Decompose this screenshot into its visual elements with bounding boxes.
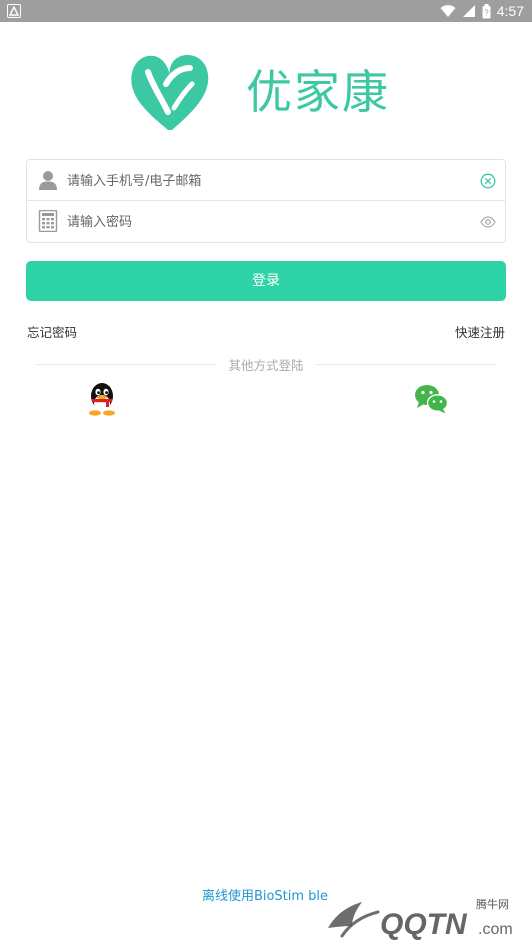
svg-text:?: ? [484, 8, 489, 17]
battery-icon: ? [482, 3, 491, 18]
site-watermark: QQTN .com 腾牛网 [328, 897, 513, 941]
other-login-label: 其他方式登陆 [228, 358, 304, 373]
login-button[interactable]: 登录 [26, 261, 506, 301]
clear-icon[interactable] [480, 173, 496, 189]
app-name: 优家康 [246, 66, 390, 118]
wechat-icon[interactable] [414, 384, 448, 414]
status-bar: ? 4:57 [0, 0, 532, 22]
password-input[interactable] [67, 209, 467, 235]
cell-signal-icon [462, 5, 475, 17]
divider-right [316, 364, 496, 365]
keypad-icon [38, 210, 58, 232]
svg-text:QQTN: QQTN [380, 908, 468, 941]
register-link[interactable]: 快速注册 [455, 322, 505, 341]
eye-icon[interactable] [480, 214, 496, 230]
account-row [27, 160, 505, 201]
account-input[interactable] [67, 168, 467, 194]
svg-text:.com: .com [478, 921, 513, 938]
app-logo-icon [131, 54, 209, 130]
user-icon [39, 171, 57, 190]
status-time: 4:57 [496, 3, 524, 19]
wifi-icon [440, 5, 456, 17]
notification-icon [7, 4, 21, 18]
forgot-password-link[interactable]: 忘记密码 [27, 322, 77, 341]
qq-icon[interactable] [86, 382, 118, 416]
watermark-text: 腾牛网 [476, 897, 509, 911]
login-form [26, 159, 506, 243]
password-row [27, 201, 505, 242]
divider-left [36, 364, 216, 365]
